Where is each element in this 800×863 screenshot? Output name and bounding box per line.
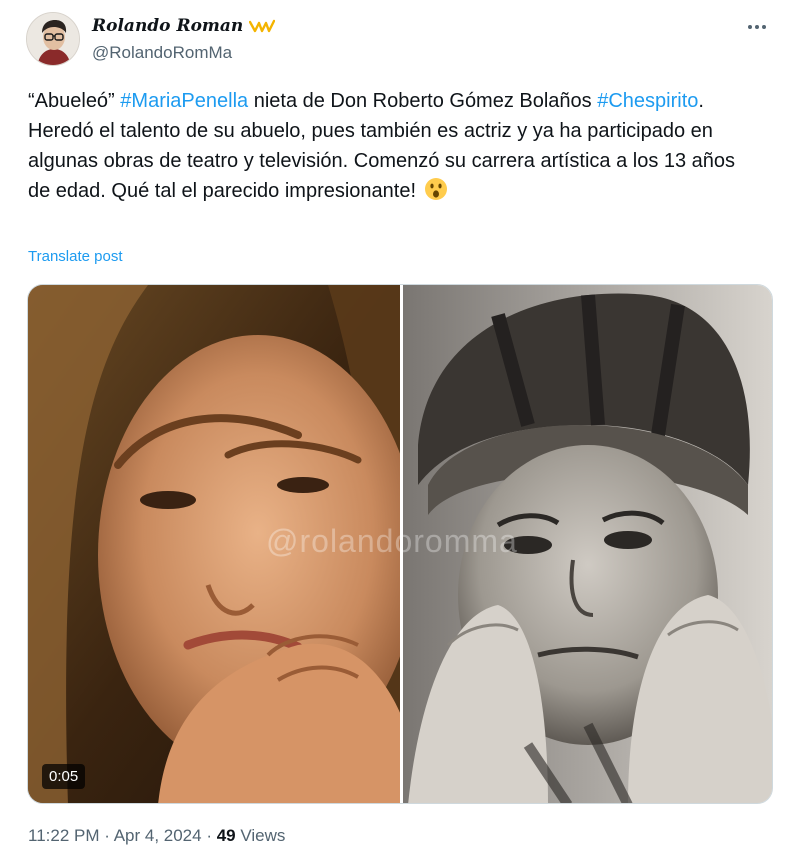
tweet-text-part: nieta de Don Roberto Gómez Bolaños: [248, 90, 598, 112]
author-handle[interactable]: @RolandoRomMa: [92, 43, 275, 63]
tweet-text-part: “Abueleó”: [28, 90, 121, 112]
tweet-metadata: 11:22 PM · Apr 4, 2024 · 49 Views: [28, 826, 285, 846]
post-time-link[interactable]: 11:22 PM: [28, 826, 100, 845]
astonished-face-emoji-icon: [424, 177, 448, 201]
tweet-video[interactable]: @rolandoromma 0:05: [27, 284, 773, 804]
crown-emoji-icon: [248, 18, 275, 34]
separator-dot: ·: [201, 826, 217, 845]
tweet-header: Rolando Roman @RolandoRomMa: [26, 12, 776, 68]
avatar-image: [27, 13, 79, 65]
hashtag-link-mariapenella[interactable]: #MariaPenella: [120, 90, 248, 112]
video-duration-badge: 0:05: [42, 764, 86, 789]
more-options-button[interactable]: [740, 14, 774, 40]
more-horizontal-icon: [748, 25, 766, 29]
views-count: 49: [216, 826, 236, 845]
author-names: Rolando Roman @RolandoRomMa: [92, 16, 275, 63]
avatar[interactable]: [26, 12, 80, 66]
author-display-name[interactable]: Rolando Roman: [92, 16, 243, 36]
post-date-link[interactable]: Apr 4, 2024: [114, 826, 202, 845]
tweet-text: “Abueleó” #MariaPenella nieta de Don Rob…: [28, 86, 758, 206]
watermark-text: @rolandoromma: [266, 523, 518, 559]
hashtag-link-chespirito[interactable]: #Chespirito: [597, 90, 698, 112]
translate-post-link[interactable]: Translate post: [28, 248, 123, 265]
views-label: Views: [235, 826, 286, 845]
separator-dot: ·: [99, 826, 114, 845]
